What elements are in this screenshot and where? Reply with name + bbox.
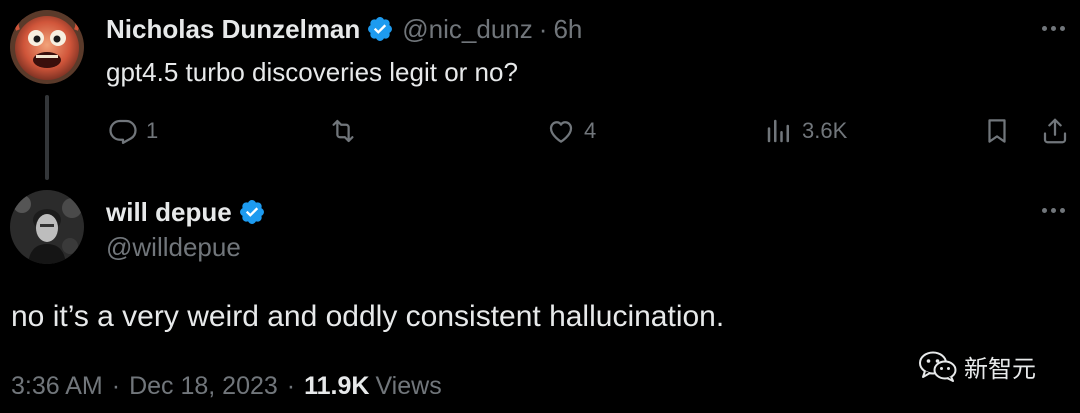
share-button[interactable] <box>1040 113 1070 149</box>
tweet-text: gpt4.5 turbo discoveries legit or no? <box>106 57 518 87</box>
views-chart-icon <box>767 119 789 143</box>
author-handle[interactable]: @willdepue <box>106 232 241 263</box>
orange-monster-avatar-icon <box>10 10 84 84</box>
like-count: 4 <box>584 118 597 143</box>
author-name[interactable]: will depue <box>106 197 232 228</box>
tweet-text: no it’s a very weird and oddly consisten… <box>11 300 725 333</box>
separator-dot: · <box>286 372 296 400</box>
separator-dot: · <box>111 372 121 400</box>
tweet-date[interactable]: Dec 18, 2023 <box>129 372 278 401</box>
heart-icon <box>549 121 573 143</box>
more-options-icon[interactable] <box>1042 205 1070 215</box>
like-button[interactable]: 4 <box>546 113 596 149</box>
reply-header: will depue <box>106 194 266 230</box>
tweet-time[interactable]: 3:36 AM <box>11 372 103 401</box>
author-name[interactable]: Nicholas Dunzelman <box>106 14 360 45</box>
views-label: Views <box>375 372 442 400</box>
watermark: 新智元 <box>918 348 1036 384</box>
watermark-text: 新智元 <box>964 355 1036 383</box>
wechat-icon <box>919 351 957 382</box>
bookmark-icon <box>988 119 1006 143</box>
reply-count: 1 <box>146 118 159 143</box>
tweet-header: Nicholas Dunzelman @nic_dunz · 6h <box>106 11 582 47</box>
bookmark-button[interactable] <box>982 113 1012 149</box>
views-count: 11.9K <box>304 372 370 400</box>
avatar[interactable] <box>10 10 84 84</box>
more-options-icon[interactable] <box>1042 23 1070 33</box>
share-icon <box>1043 118 1067 144</box>
views-button[interactable]: 3.6K <box>764 113 847 149</box>
reply-button[interactable]: 1 <box>108 113 158 149</box>
verified-badge-icon <box>238 198 266 226</box>
retweet-button[interactable] <box>328 113 366 149</box>
tweet-time[interactable]: 6h <box>553 14 582 45</box>
separator-dot: · <box>538 13 548 44</box>
reply-icon <box>109 119 137 144</box>
author-handle[interactable]: @nic_dunz <box>402 14 532 45</box>
grayscale-portrait-avatar-icon <box>10 190 84 264</box>
retweet-icon <box>332 119 354 143</box>
verified-badge-icon <box>366 15 394 43</box>
view-count: 3.6K <box>802 118 848 143</box>
avatar[interactable] <box>10 190 84 264</box>
tweet-meta: 3:36 AM · Dec 18, 2023 · 11.9K Views <box>11 372 442 401</box>
thread-line <box>45 95 49 180</box>
